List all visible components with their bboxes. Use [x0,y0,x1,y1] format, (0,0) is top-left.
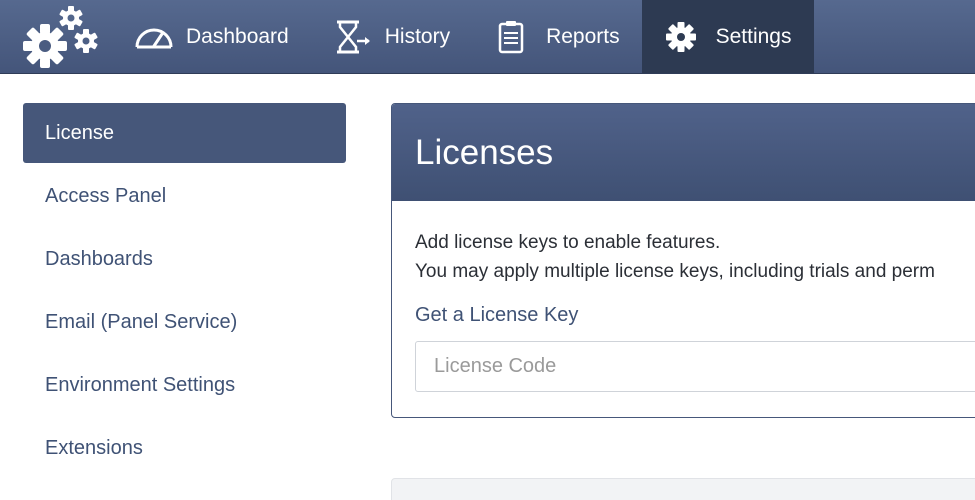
panel-description-line-2: You may apply multiple license keys, inc… [415,261,935,282]
sidebar-item-license[interactable]: License [23,103,346,163]
sidebar-item-extensions[interactable]: Extensions [23,418,346,478]
clipboard-icon [494,17,538,57]
sidebar-item-email[interactable]: Email (Panel Service) [23,292,346,352]
panel-description-line-1: Add license keys to enable features. [415,232,721,253]
nav-settings[interactable]: Settings [641,0,814,73]
nav-dashboard[interactable]: Dashboard [110,0,311,73]
panel-title: Licenses [392,104,975,201]
nav-dashboard-label: Dashboard [186,24,289,48]
settings-sidebar: License Access Panel Dashboards Email (P… [23,103,346,481]
licenses-panel: Licenses Add license keys to enable feat… [391,103,975,418]
license-code-input[interactable] [415,341,975,392]
gears-icon[interactable] [0,0,110,73]
top-navbar: Dashboard History Reports Settings [0,0,975,74]
panel-body: Add license keys to enable features. You… [392,201,975,392]
nav-history[interactable]: History [311,0,472,73]
nav-reports[interactable]: Reports [472,0,642,73]
nav-settings-label: Settings [715,24,792,48]
hourglass-icon [333,17,377,57]
nav-reports-label: Reports [546,24,620,48]
sidebar-item-environment-settings[interactable]: Environment Settings [23,355,346,415]
sidebar-item-dashboards[interactable]: Dashboards [23,229,346,289]
get-license-key-link[interactable]: Get a License Key [415,304,578,327]
gear-icon [664,17,708,57]
nav-history-label: History [384,24,451,48]
sidebar-item-access-panel[interactable]: Access Panel [23,166,346,226]
next-panel [391,478,975,500]
speedometer-icon [134,17,178,57]
